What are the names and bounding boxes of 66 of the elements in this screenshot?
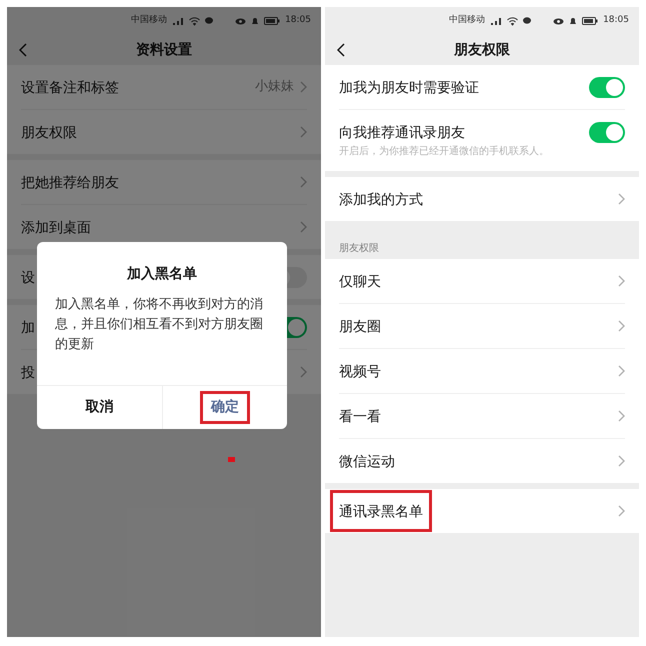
section-header: 朋友权限: [338, 242, 380, 256]
chevron-right-icon: [300, 81, 307, 93]
cancel-button[interactable]: 取消: [74, 391, 124, 424]
dialog-title: 加入黑名单: [126, 265, 198, 284]
row-label: 把她推荐给朋友: [21, 175, 119, 191]
chevron-right-icon: [618, 455, 625, 467]
row-label: 视频号: [339, 364, 381, 380]
settings-row[interactable]: 仅聊天: [325, 259, 639, 303]
chevron-right-icon: [618, 193, 625, 205]
carrier-name: 中国移动: [449, 14, 486, 28]
settings-row[interactable]: 设置备注和标签 小妹妹: [7, 65, 321, 109]
settings-row[interactable]: 把她推荐给朋友: [7, 160, 321, 204]
row-label: 微信运动: [339, 454, 395, 470]
wifi-icon: [189, 16, 200, 26]
battery-icon: [264, 17, 280, 25]
clock-time: 18:05: [285, 14, 311, 28]
back-icon[interactable]: [337, 43, 345, 57]
wifi-icon: [507, 16, 518, 26]
row-label: 投: [21, 365, 35, 381]
row-label: 设: [21, 270, 35, 286]
row-label: 设置备注和标签: [21, 80, 119, 96]
eye-icon: [553, 18, 564, 24]
chevron-right-icon: [618, 410, 625, 422]
toggle-switch[interactable]: [589, 122, 625, 142]
confirm-button[interactable]: 确定: [200, 391, 250, 424]
chevron-right-icon: [618, 365, 625, 377]
row-label: 看一看: [339, 409, 381, 425]
row-value: 小妹妹: [255, 78, 294, 96]
page-title: 资料设置: [136, 40, 192, 60]
bell-icon: [251, 16, 260, 26]
settings-row[interactable]: 向我推荐通讯录朋友 开启后，为你推荐已经开通微信的手机联系人。: [325, 109, 639, 171]
clock-time: 18:05: [603, 14, 629, 28]
settings-row[interactable]: 加我为朋友时需要验证: [325, 65, 639, 109]
row-label: 朋友权限: [21, 125, 77, 141]
chevron-right-icon: [300, 221, 307, 233]
row-label: 加: [21, 320, 35, 336]
settings-row[interactable]: 朋友圈: [325, 303, 639, 348]
dialog-message: 加入黑名单，你将不再收到对方的消息，并且你们相互看不到对方朋友圈的更新: [54, 296, 264, 354]
chevron-right-icon: [300, 126, 307, 138]
carrier-name: 中国移动: [131, 14, 168, 28]
row-note: 开启后，为你推荐已经开通微信的手机联系人。: [339, 144, 550, 159]
settings-row[interactable]: 朋友权限: [7, 109, 321, 154]
row-label: 加我为朋友时需要验证: [339, 80, 479, 96]
settings-row[interactable]: 添加我的方式: [325, 177, 639, 221]
page-title: 朋友权限: [454, 40, 510, 60]
row-label: 向我推荐通讯录朋友: [339, 125, 465, 141]
row-label: 添加我的方式: [339, 192, 423, 208]
settings-row[interactable]: 看一看: [325, 393, 639, 438]
signal-icon: [172, 16, 184, 26]
bell-icon: [569, 16, 578, 26]
settings-row[interactable]: 微信运动: [325, 438, 639, 483]
chevron-right-icon: [300, 176, 307, 188]
chevron-right-icon: [618, 275, 625, 287]
row-label: 通讯录黑名单: [339, 504, 423, 520]
chevron-right-icon: [618, 320, 625, 332]
row-label: 朋友圈: [339, 319, 381, 335]
chevron-right-icon: [618, 505, 625, 517]
row-label: 添加到桌面: [21, 220, 91, 236]
settings-row[interactable]: 视频号: [325, 348, 639, 393]
signal-icon: [490, 16, 502, 26]
toggle-switch[interactable]: [589, 76, 625, 98]
eye-icon: [235, 18, 246, 24]
settings-row[interactable]: 通讯录黑名单: [325, 489, 639, 533]
row-label: 仅聊天: [339, 274, 381, 290]
chevron-right-icon: [300, 366, 307, 378]
battery-icon: [582, 17, 598, 25]
